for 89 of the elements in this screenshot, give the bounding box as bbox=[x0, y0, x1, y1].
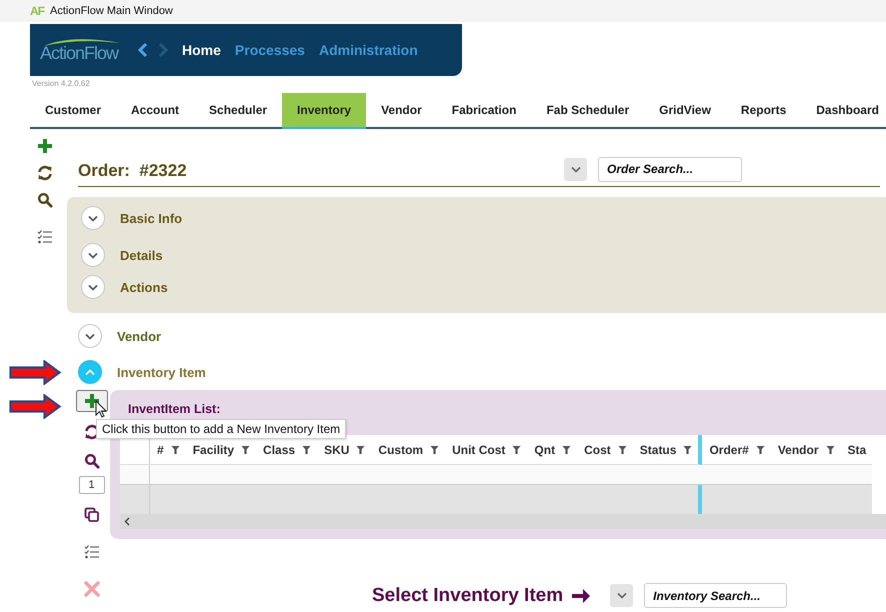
order-title: Order: #2322 bbox=[78, 161, 188, 181]
section-title: Actions bbox=[120, 280, 168, 294]
column-label: Facility bbox=[192, 442, 234, 456]
search-field[interactable]: Order Search... bbox=[598, 156, 742, 182]
annotation-arrow-icon bbox=[9, 360, 62, 385]
tooltip: Click this button to add a New Inventory Item bbox=[96, 419, 346, 439]
expand-toggle[interactable] bbox=[81, 206, 105, 230]
filter-row-cell[interactable] bbox=[150, 465, 186, 485]
chevron-up-icon bbox=[85, 368, 95, 376]
filter-icon[interactable] bbox=[430, 444, 440, 454]
chevron-down-icon bbox=[616, 592, 627, 599]
expand-toggle[interactable] bbox=[81, 243, 105, 267]
app-logo: AF bbox=[30, 4, 44, 18]
column-label: Qnt bbox=[534, 442, 556, 456]
add-icon bbox=[84, 393, 100, 409]
scroll-left-icon[interactable] bbox=[124, 517, 130, 526]
back-icon[interactable] bbox=[138, 42, 148, 58]
filter-icon[interactable] bbox=[512, 444, 522, 454]
table-cell bbox=[120, 485, 150, 514]
select-label: Select Inventory Item bbox=[372, 584, 564, 606]
cursor-icon bbox=[95, 400, 107, 418]
filter-icon[interactable] bbox=[170, 444, 180, 454]
scrollbar[interactable] bbox=[120, 514, 886, 529]
column-label: Custom bbox=[378, 442, 424, 456]
logo: ActionFlow bbox=[40, 36, 132, 64]
expand-toggle[interactable] bbox=[78, 360, 102, 384]
page-number: 1 bbox=[78, 476, 104, 494]
copy-icon[interactable] bbox=[84, 507, 100, 523]
tab[interactable]: Vendor bbox=[366, 93, 437, 127]
column-label: Vendor bbox=[778, 442, 818, 456]
section-title: Details bbox=[120, 248, 163, 262]
tab[interactable]: Dashboard bbox=[801, 93, 886, 127]
dropdown-button[interactable] bbox=[564, 158, 587, 180]
chevron-down-icon bbox=[88, 214, 98, 222]
window-title: ActionFlow Main Window bbox=[50, 5, 173, 17]
section-title: Inventory Item bbox=[117, 364, 206, 380]
column-label: Order# bbox=[709, 442, 749, 456]
table-cell bbox=[702, 485, 771, 514]
table-cell bbox=[840, 485, 872, 514]
filter-icon[interactable] bbox=[756, 444, 765, 454]
table-cell bbox=[632, 485, 702, 514]
checklist-icon[interactable] bbox=[84, 544, 100, 560]
section-title: Vendor bbox=[117, 328, 162, 344]
search-icon[interactable] bbox=[84, 453, 100, 469]
search-icon[interactable] bbox=[37, 192, 53, 208]
expand-toggle[interactable] bbox=[78, 324, 102, 348]
checklist-icon[interactable] bbox=[37, 229, 53, 245]
filter-icon[interactable] bbox=[241, 444, 250, 454]
search-field[interactable]: Inventory Search... bbox=[644, 583, 788, 608]
annotation-arrow-icon bbox=[9, 394, 62, 419]
tab[interactable]: Fabrication bbox=[436, 93, 532, 127]
nav-link[interactable]: Home bbox=[182, 42, 221, 58]
filter-icon[interactable] bbox=[618, 444, 627, 454]
filter-icon[interactable] bbox=[562, 444, 572, 454]
column-label: Cost bbox=[584, 442, 611, 456]
filter-row-cell[interactable] bbox=[840, 465, 872, 485]
column-label: Sta bbox=[848, 442, 866, 456]
chevron-down-icon bbox=[88, 252, 98, 258]
column-label: Status bbox=[640, 442, 676, 456]
chevron-down-icon bbox=[88, 284, 98, 290]
version-label: Version 4.2.0.62 bbox=[31, 78, 91, 90]
expand-toggle[interactable] bbox=[81, 275, 105, 299]
tab[interactable]: Fab Scheduler bbox=[531, 93, 644, 127]
tab[interactable]: Inventory bbox=[282, 93, 366, 129]
filter-icon[interactable] bbox=[356, 444, 366, 454]
tab[interactable]: Customer bbox=[30, 93, 116, 127]
filter-row-cell[interactable] bbox=[120, 465, 150, 485]
table-cell bbox=[150, 485, 186, 514]
arrow-right-icon bbox=[571, 586, 592, 604]
column-label: SKU bbox=[324, 442, 350, 456]
nav-link[interactable]: Processes bbox=[234, 42, 305, 58]
chevron-down-icon bbox=[85, 332, 95, 340]
dropdown-button[interactable] bbox=[610, 584, 634, 607]
chevron-down-icon bbox=[570, 166, 580, 172]
tab[interactable]: Reports bbox=[726, 93, 802, 127]
refresh-icon[interactable] bbox=[37, 165, 53, 181]
add-icon[interactable] bbox=[37, 138, 53, 154]
list-title: InventItem List: bbox=[128, 402, 222, 416]
column-label: # bbox=[157, 442, 164, 456]
filter-icon[interactable] bbox=[683, 444, 692, 454]
tab[interactable]: Account bbox=[116, 93, 194, 127]
column-label: Unit Cost bbox=[452, 442, 506, 456]
tab[interactable]: GridView bbox=[644, 93, 726, 127]
filter-icon[interactable] bbox=[302, 444, 312, 454]
section-title: Basic Info bbox=[120, 210, 182, 226]
column-label: Class bbox=[263, 442, 296, 456]
nav-link[interactable]: Administration bbox=[318, 42, 418, 58]
filter-icon[interactable] bbox=[826, 444, 834, 454]
tab[interactable]: Scheduler bbox=[194, 93, 282, 127]
